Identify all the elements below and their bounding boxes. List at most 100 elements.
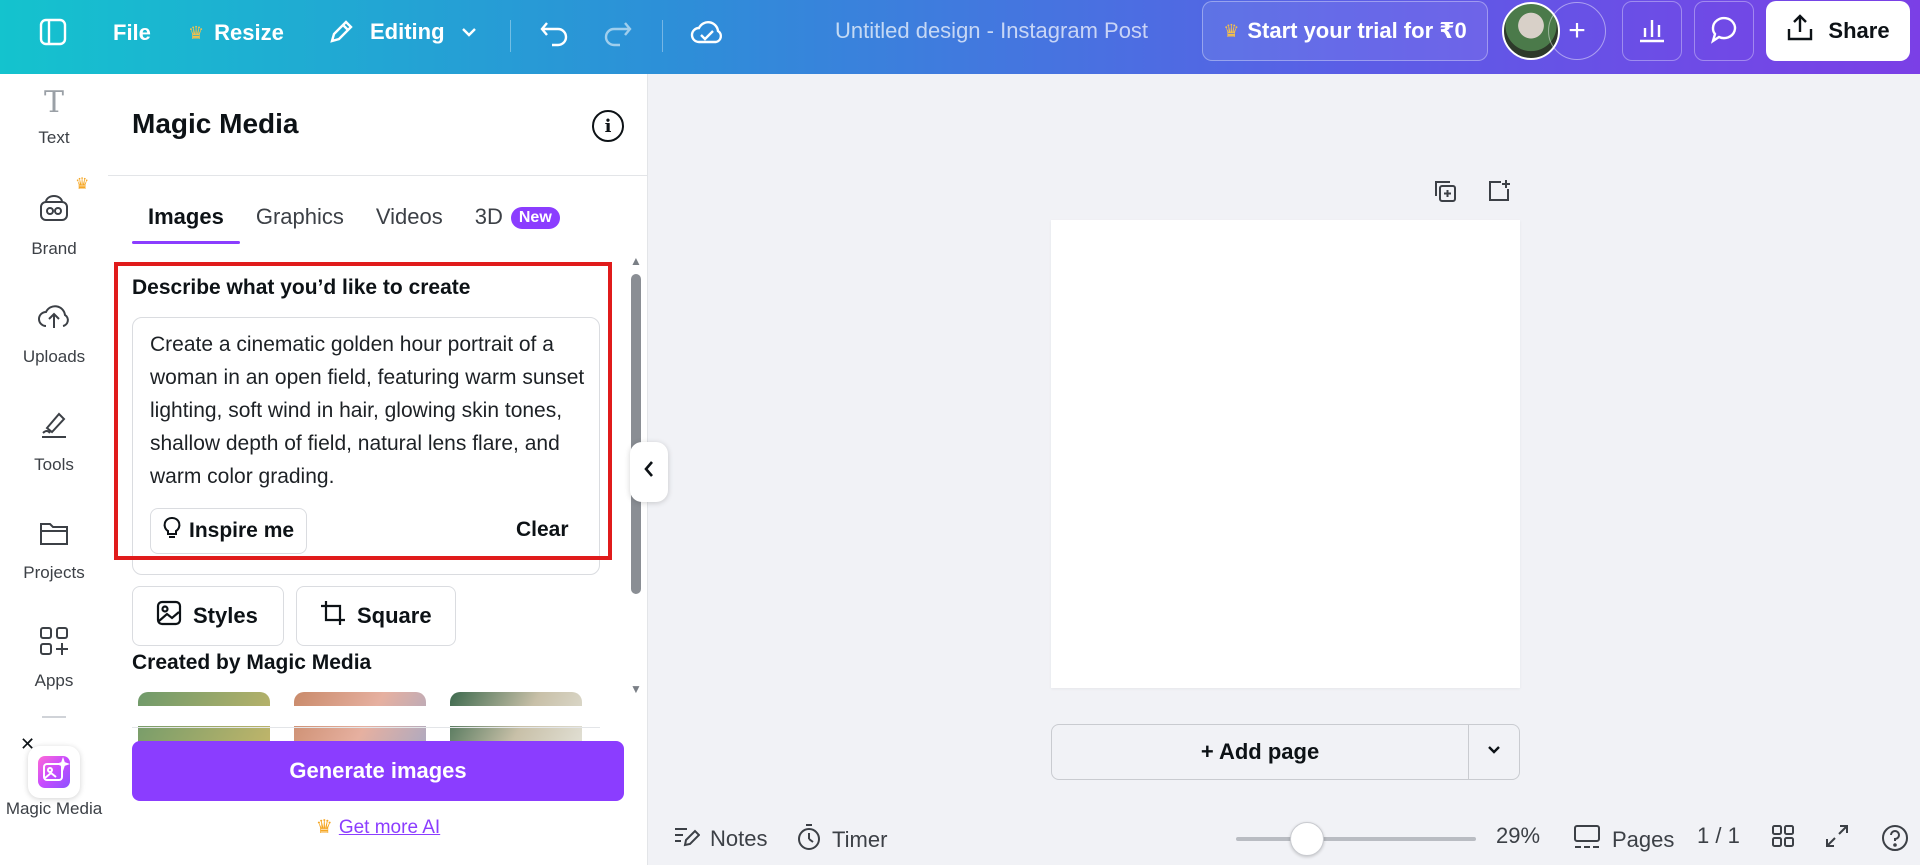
tab-3d[interactable]: 3D New <box>459 204 576 244</box>
pen-tool-icon <box>37 408 71 447</box>
pencil-icon <box>326 17 356 47</box>
top-toolbar: File ♛ Resize Editing Untitled design - … <box>0 0 1920 74</box>
resize-button[interactable]: ♛ Resize <box>188 20 284 46</box>
tab-label: Graphics <box>255 204 344 229</box>
comments-button[interactable] <box>1694 1 1754 61</box>
rail-item-label: Uploads <box>22 347 86 366</box>
start-trial-button[interactable]: ♛ Start your trial for ₹0 <box>1202 1 1488 61</box>
rail-item-tools[interactable]: Tools <box>0 408 108 475</box>
created-section-title: Created by Magic Media <box>132 651 372 674</box>
zoom-percentage[interactable]: 29% <box>1496 823 1540 849</box>
chevron-left-icon <box>642 459 656 485</box>
trial-label: Start your trial for ₹0 <box>1247 18 1467 43</box>
tab-images[interactable]: Images <box>132 204 240 244</box>
info-icon[interactable]: i <box>592 110 624 142</box>
scroll-up-icon[interactable]: ▲ <box>630 254 642 268</box>
add-page-button[interactable]: + Add page <box>1052 725 1469 779</box>
tab-label: Videos <box>375 204 443 229</box>
add-page-dropdown[interactable] <box>1469 725 1519 779</box>
panel-title: Magic Media <box>132 108 299 139</box>
get-more-label: Get more AI <box>338 817 441 838</box>
rail-item-uploads[interactable]: Uploads <box>0 300 108 367</box>
fullscreen-icon[interactable] <box>1824 823 1850 849</box>
get-more-ai-link[interactable]: ♛ Get more AI <box>108 816 648 839</box>
divider <box>132 727 600 728</box>
zoom-slider-track[interactable] <box>1236 837 1476 841</box>
bar-chart-icon <box>1637 14 1667 49</box>
thumbnail-fade <box>132 706 612 726</box>
duplicate-page-icon[interactable] <box>1432 178 1458 209</box>
timer-label: Timer <box>832 827 888 852</box>
bottom-bar: Notes Timer 29% Pages 1 / 1 <box>648 815 1920 865</box>
timer-icon <box>796 823 822 857</box>
media-tabs: Images Graphics Videos 3D New <box>132 204 576 244</box>
scrollbar-thumb[interactable] <box>631 274 641 594</box>
resize-label: Resize <box>214 20 284 45</box>
styles-button[interactable]: Styles <box>132 586 284 646</box>
tab-graphics[interactable]: Graphics <box>240 204 360 244</box>
pages-label: Pages <box>1612 827 1675 852</box>
undo-icon[interactable] <box>538 18 570 48</box>
rail-divider <box>42 716 66 718</box>
magic-media-panel: Magic Media i Images Graphics Videos 3D N… <box>108 74 648 865</box>
redo-icon[interactable] <box>602 18 634 48</box>
rail-item-projects[interactable]: Projects <box>0 516 108 583</box>
image-icon <box>155 599 183 633</box>
file-menu-button[interactable]: File <box>113 20 151 46</box>
rail-item-apps[interactable]: Apps <box>0 624 108 691</box>
add-collaborator-button[interactable]: + <box>1548 2 1606 60</box>
rail-item-label: Tools <box>34 455 74 474</box>
sidebar-toggle-icon[interactable] <box>38 17 68 47</box>
notes-button[interactable]: Notes <box>672 823 767 855</box>
tab-videos[interactable]: Videos <box>360 204 459 244</box>
crown-icon: ♛ <box>188 22 205 43</box>
crown-icon: ♛ <box>75 176 90 193</box>
toolbar-divider <box>510 20 511 52</box>
generate-images-button[interactable]: Generate images <box>132 741 624 801</box>
zoom-slider-handle[interactable] <box>1290 822 1324 856</box>
cloud-saved-icon[interactable] <box>690 17 724 47</box>
pages-icon <box>1572 823 1602 857</box>
apps-grid-icon <box>37 624 71 663</box>
add-page-icon[interactable] <box>1486 178 1512 209</box>
help-icon[interactable] <box>1880 823 1910 853</box>
plus-icon: + <box>1568 14 1586 47</box>
editing-label: Editing <box>370 19 445 44</box>
rail-item-magic-media[interactable] <box>28 746 80 798</box>
rail-item-label: Magic Media <box>5 799 103 818</box>
styles-label: Styles <box>193 603 258 628</box>
chevron-down-icon <box>1485 741 1503 764</box>
share-label: Share <box>1828 18 1890 43</box>
insights-button[interactable] <box>1622 1 1682 61</box>
scroll-down-icon[interactable]: ▼ <box>630 682 642 696</box>
pages-button[interactable]: Pages <box>1572 823 1674 857</box>
crown-icon: ♛ <box>315 817 333 838</box>
rail-item-brand[interactable]: Brand <box>0 192 108 259</box>
aspect-ratio-button[interactable]: Square <box>296 586 456 646</box>
highlight-annotation <box>114 262 612 560</box>
text-icon: T <box>43 85 64 120</box>
add-page-control: + Add page <box>1051 724 1520 780</box>
document-title[interactable]: Untitled design - Instagram Post <box>835 18 1148 44</box>
collapse-panel-button[interactable] <box>630 442 668 502</box>
folder-icon <box>37 516 71 555</box>
crop-icon <box>319 599 347 633</box>
comment-icon <box>1708 14 1740 49</box>
tab-label: 3D <box>474 204 503 229</box>
design-canvas-page[interactable] <box>1051 220 1520 688</box>
rail-item-label: Text <box>38 128 70 147</box>
share-button[interactable]: Share <box>1766 1 1910 61</box>
grid-view-icon[interactable] <box>1770 823 1796 849</box>
notes-label: Notes <box>710 826 768 851</box>
rail-item-label: Brand <box>31 239 77 258</box>
new-badge: New <box>510 207 560 229</box>
timer-button[interactable]: Timer <box>796 823 887 857</box>
editing-mode-dropdown[interactable]: Editing <box>326 17 479 47</box>
crown-icon: ♛ <box>1223 20 1240 41</box>
left-rail: T Text ♛ Brand Uploads Tools Projects Ap… <box>0 74 108 865</box>
notes-icon <box>672 823 701 855</box>
rail-item-label: Projects <box>23 563 85 582</box>
rail-item-text[interactable]: T Text <box>0 86 108 148</box>
chevron-down-icon <box>459 22 479 42</box>
tab-label: Images <box>148 204 224 229</box>
